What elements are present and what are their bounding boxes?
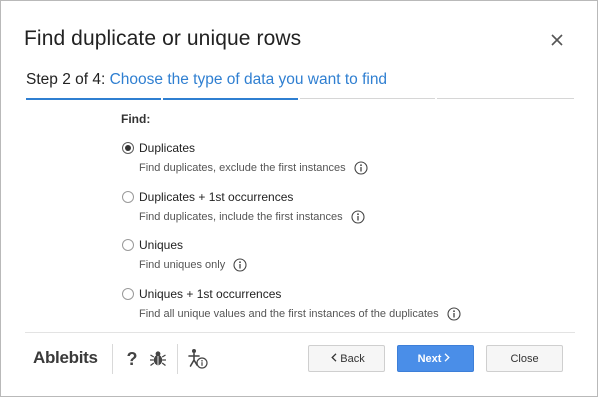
radio-uniques[interactable] xyxy=(122,239,134,251)
option-description-container: Find duplicates, include the first insta… xyxy=(139,210,365,224)
step-indicator: Step 2 of 4: Choose the type of data you… xyxy=(26,71,387,89)
footer-separator xyxy=(112,344,113,374)
chevron-left-icon xyxy=(331,352,337,365)
back-button[interactable]: Back xyxy=(308,345,385,372)
info-icon[interactable] xyxy=(447,307,461,321)
option-label: Duplicates xyxy=(139,141,196,155)
progress-segment-2 xyxy=(163,97,298,100)
option-label: Duplicates + 1st occurrences xyxy=(139,190,294,204)
bug-icon[interactable] xyxy=(149,349,167,373)
step-progress-bar xyxy=(26,97,574,100)
info-icon[interactable] xyxy=(351,210,365,224)
find-label: Find: xyxy=(121,112,151,126)
progress-segment-4 xyxy=(437,98,574,99)
dialog-title: Find duplicate or unique rows xyxy=(24,27,302,50)
option-description-container: Find uniques only xyxy=(139,258,247,272)
info-icon[interactable] xyxy=(354,161,368,175)
radio-duplicates-first[interactable] xyxy=(122,191,134,203)
option-description-container: Find duplicates, exclude the first insta… xyxy=(139,161,368,175)
option-description: Find all unique values and the first ins… xyxy=(139,308,439,320)
option-description: Find uniques only xyxy=(139,259,226,271)
step-prefix: Step 2 of 4: xyxy=(26,71,106,88)
close-icon[interactable] xyxy=(548,31,566,49)
svg-text:?: ? xyxy=(127,349,138,369)
brand-logo: Ablebits xyxy=(33,348,98,367)
next-button-label: Next xyxy=(417,352,442,365)
option-label: Uniques xyxy=(139,238,184,252)
option-description-container: Find all unique values and the first ins… xyxy=(139,307,461,321)
progress-segment-1 xyxy=(26,97,161,100)
close-button-label: Close xyxy=(510,352,539,365)
radio-duplicates[interactable] xyxy=(122,142,134,154)
info-icon[interactable] xyxy=(233,258,247,272)
next-button[interactable]: Next xyxy=(397,345,474,372)
progress-segment-3 xyxy=(300,98,435,99)
option-description: Find duplicates, exclude the first insta… xyxy=(139,162,346,174)
footer-separator xyxy=(177,344,178,374)
help-icon[interactable]: ? xyxy=(125,349,139,374)
close-button[interactable]: Close xyxy=(486,345,563,372)
chevron-right-icon xyxy=(444,352,451,365)
option-label: Uniques + 1st occurrences xyxy=(139,287,282,301)
step-description: Choose the type of data you want to find xyxy=(109,71,388,88)
accessibility-info-icon[interactable] xyxy=(186,347,210,376)
footer-divider xyxy=(25,332,575,333)
radio-uniques-first[interactable] xyxy=(122,288,134,300)
find-duplicates-dialog: Find duplicate or unique rows Step 2 of … xyxy=(0,0,598,397)
option-description: Find duplicates, include the first insta… xyxy=(139,211,343,223)
back-button-label: Back xyxy=(340,352,365,365)
